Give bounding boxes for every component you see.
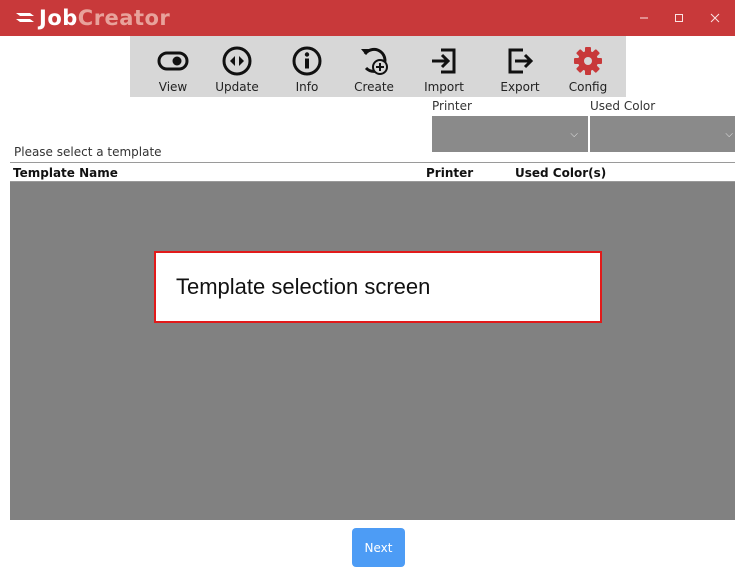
- create-icon: [357, 44, 391, 78]
- export-button[interactable]: Export: [487, 36, 553, 97]
- column-template-name[interactable]: Template Name: [13, 166, 118, 180]
- app-logo: Job Creator: [14, 4, 170, 32]
- maximize-icon: [675, 14, 683, 22]
- import-icon: [427, 44, 461, 78]
- printer-select[interactable]: ⌵: [432, 116, 588, 152]
- config-label: Config: [568, 80, 608, 94]
- main-toolbar: View Update Info Create Import Export Co…: [130, 36, 626, 97]
- create-label: Create: [354, 80, 394, 94]
- minimize-icon: [640, 17, 648, 19]
- left-window-edge: [0, 0, 10, 568]
- update-label: Update: [215, 80, 259, 94]
- update-icon: [220, 44, 254, 78]
- title-bar: Job Creator: [10, 0, 735, 36]
- config-button[interactable]: Config: [555, 36, 621, 97]
- close-button[interactable]: [698, 0, 732, 36]
- template-table-header: Template Name Printer Used Color(s): [10, 162, 735, 182]
- info-icon: [290, 44, 324, 78]
- view-button[interactable]: View: [140, 36, 206, 97]
- info-button[interactable]: Info: [274, 36, 340, 97]
- export-label: Export: [500, 80, 540, 94]
- minimize-button[interactable]: [627, 0, 661, 36]
- logo-text-job: Job: [39, 6, 78, 30]
- export-icon: [503, 44, 537, 78]
- annotation-callout: Template selection screen: [154, 251, 602, 323]
- printer-filter-label: Printer: [432, 99, 472, 113]
- logo-text-creator: Creator: [77, 6, 171, 30]
- update-button[interactable]: Update: [204, 36, 270, 97]
- create-button[interactable]: Create: [341, 36, 407, 97]
- import-label: Import: [424, 80, 464, 94]
- color-select[interactable]: ⌵: [590, 116, 735, 152]
- logo-mark-icon: [16, 13, 34, 22]
- color-filter-label: Used Color: [590, 99, 656, 113]
- column-used-colors[interactable]: Used Color(s): [515, 166, 606, 180]
- info-label: Info: [295, 80, 319, 94]
- maximize-button[interactable]: [662, 0, 696, 36]
- gear-icon: [571, 44, 605, 78]
- view-label: View: [158, 80, 188, 94]
- chevron-down-icon: ⌵: [570, 129, 578, 140]
- import-button[interactable]: Import: [411, 36, 477, 97]
- left-edge-accent: [0, 0, 10, 36]
- close-icon: [710, 13, 720, 23]
- next-button[interactable]: Next: [352, 528, 405, 567]
- chevron-down-icon: ⌵: [725, 129, 733, 140]
- select-template-hint: Please select a template: [14, 145, 162, 159]
- template-list[interactable]: [10, 182, 735, 520]
- toggle-icon: [156, 44, 190, 78]
- column-printer[interactable]: Printer: [426, 166, 473, 180]
